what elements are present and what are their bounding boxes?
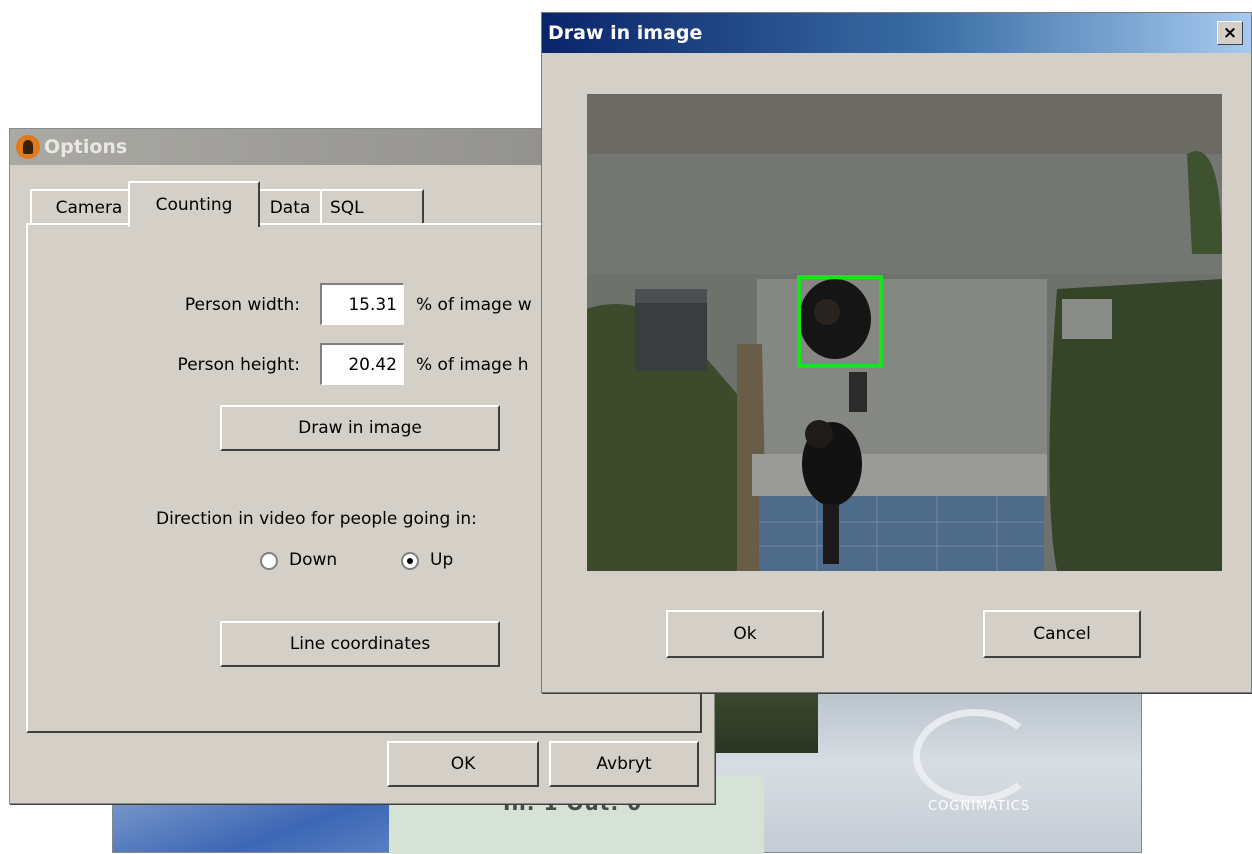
logo-text: COGNIMATICS bbox=[928, 799, 1031, 814]
direction-down-label[interactable]: Down bbox=[289, 550, 337, 570]
person-height-label: Person height: bbox=[177, 355, 300, 375]
tab-sql-label: SQL bbox=[330, 198, 364, 218]
close-button[interactable]: × bbox=[1217, 21, 1243, 45]
tab-camera-label: Camera bbox=[55, 198, 123, 218]
tab-data-label: Data bbox=[269, 198, 311, 218]
draw-in-image-dialog: Draw in image × Ok Cancel bbox=[541, 12, 1252, 693]
cognimatics-logo-icon bbox=[913, 709, 1037, 803]
camera-scene bbox=[587, 94, 1222, 571]
close-icon: × bbox=[1222, 23, 1238, 43]
right-ledge bbox=[1062, 299, 1112, 339]
person-height-value: 20.42 bbox=[348, 354, 397, 375]
tab-sql[interactable]: SQL bbox=[320, 189, 424, 225]
app-person-icon bbox=[16, 135, 40, 159]
tab-counting-label: Counting bbox=[155, 195, 233, 215]
person-height-field[interactable]: 20.42 bbox=[320, 343, 404, 385]
draw-in-image-label: Draw in image bbox=[298, 418, 422, 438]
options-title: Options bbox=[44, 136, 128, 158]
person-1-legs bbox=[849, 372, 867, 412]
person-width-label: Person width: bbox=[184, 295, 300, 315]
direction-label: Direction in video for people going in: bbox=[156, 509, 477, 529]
person-width-unit: % of image w bbox=[416, 295, 532, 315]
person-width-value: 15.31 bbox=[348, 294, 397, 315]
draw-ok-button[interactable]: Ok bbox=[666, 610, 824, 658]
ok-button[interactable]: OK bbox=[387, 741, 539, 787]
tab-counting[interactable]: Counting bbox=[128, 181, 260, 227]
person-height-unit: % of image h bbox=[416, 355, 529, 375]
tiled-area bbox=[759, 496, 1044, 571]
direction-up-label[interactable]: Up bbox=[430, 550, 453, 570]
line-coordinates-label: Line coordinates bbox=[289, 634, 431, 654]
leaves-strip bbox=[587, 94, 1222, 154]
direction-up-radio[interactable] bbox=[401, 552, 419, 570]
person-2-head bbox=[805, 420, 833, 448]
line-coordinates-button[interactable]: Line coordinates bbox=[220, 621, 500, 667]
person-width-field[interactable]: 15.31 bbox=[320, 283, 404, 325]
draw-dialog-titlebar[interactable]: Draw in image × bbox=[542, 13, 1251, 53]
avbryt-button[interactable]: Avbryt bbox=[549, 741, 699, 787]
draw-ok-label: Ok bbox=[733, 624, 757, 644]
background-video-thumbnail bbox=[713, 691, 818, 753]
camera-image[interactable] bbox=[587, 94, 1222, 571]
avbryt-label: Avbryt bbox=[596, 754, 652, 774]
draw-in-image-button[interactable]: Draw in image bbox=[220, 405, 500, 451]
person-1-head bbox=[814, 299, 840, 325]
ok-label: OK bbox=[450, 754, 476, 774]
draw-cancel-label: Cancel bbox=[1033, 624, 1091, 644]
trash-bin-lid bbox=[635, 289, 707, 303]
draw-dialog-title: Draw in image bbox=[548, 22, 703, 44]
person-2-legs bbox=[823, 504, 839, 564]
direction-down-radio[interactable] bbox=[260, 552, 278, 570]
draw-cancel-button[interactable]: Cancel bbox=[983, 610, 1141, 658]
step bbox=[752, 454, 1047, 496]
